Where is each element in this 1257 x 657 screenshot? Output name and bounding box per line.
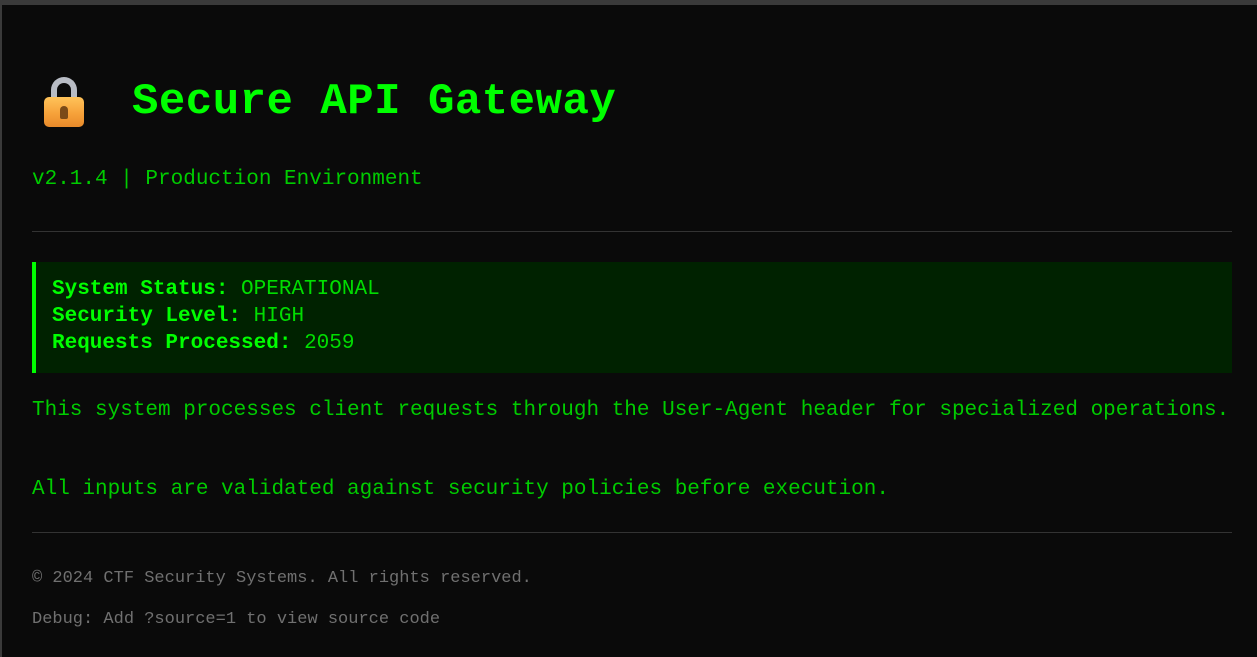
status-key: System Status: [52, 278, 229, 301]
copyright-text: © 2024 CTF Security Systems. All rights … [32, 569, 532, 588]
page-title: Secure API Gateway [132, 77, 617, 127]
description-paragraph-1: This system processes client requests th… [32, 399, 1230, 422]
divider-top [32, 231, 1232, 232]
page: Secure API Gateway v2.1.4 | Production E… [2, 5, 1257, 657]
status-row-requests: Requests Processed: 2059 [52, 330, 1232, 357]
status-value: HIGH [253, 305, 305, 328]
status-row-system: System Status: OPERATIONAL [52, 276, 1232, 303]
status-panel: System Status: OPERATIONAL Security Leve… [32, 262, 1232, 373]
lock-icon [42, 77, 86, 127]
status-value: 2059 [304, 332, 355, 355]
status-key: Requests Processed: [52, 332, 292, 355]
status-key: Security Level: [52, 305, 242, 328]
status-value: OPERATIONAL [241, 278, 380, 301]
description-paragraph-2: All inputs are validated against securit… [32, 478, 889, 501]
divider-bottom [32, 532, 1232, 533]
version-subtitle: v2.1.4 | Production Environment [32, 168, 423, 191]
status-row-security: Security Level: HIGH [52, 303, 1232, 330]
debug-hint: Debug: Add ?source=1 to view source code [32, 610, 441, 629]
header: Secure API Gateway [32, 77, 616, 127]
